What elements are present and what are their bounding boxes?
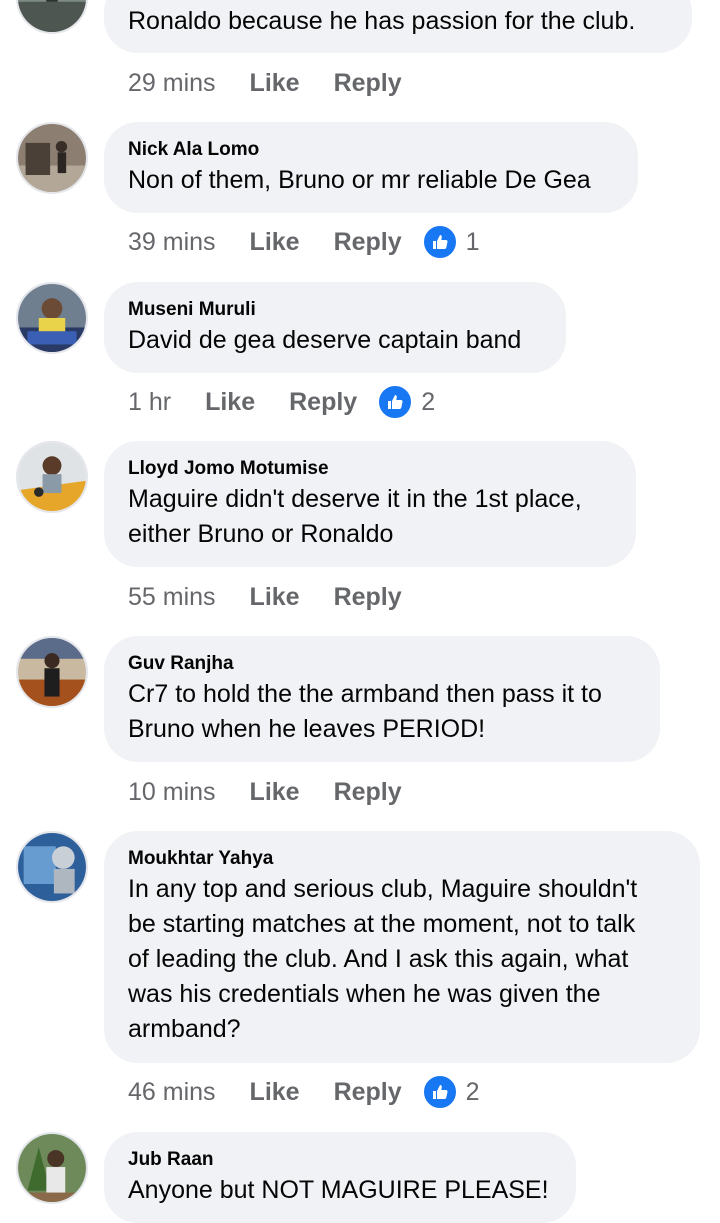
thumbs-up-icon — [421, 1074, 458, 1110]
reaction-summary[interactable]: 1 — [421, 224, 480, 260]
like-button[interactable]: Like — [250, 1078, 300, 1107]
reply-button[interactable]: Reply — [334, 778, 402, 807]
commenter-name[interactable]: Nick Ala Lomo — [128, 137, 614, 163]
reply-button[interactable]: Reply — [334, 583, 402, 612]
commenter-name[interactable]: Museni Muruli — [128, 297, 542, 323]
like-button[interactable]: Like — [250, 228, 300, 257]
thumbs-up-icon — [377, 384, 414, 420]
avatar-photo-icon — [18, 1134, 86, 1202]
comment-text: Cr7 to hold the the armband then pass it… — [128, 680, 602, 743]
comment-timestamp[interactable]: 29 mins — [128, 69, 216, 98]
commenter-name[interactable]: Moukhtar Yahya — [128, 846, 676, 872]
comment-text: Ronaldo because he has passion for the c… — [128, 7, 636, 35]
comment-timestamp[interactable]: 55 mins — [128, 583, 216, 612]
comment-timestamp[interactable]: 1 hr — [128, 388, 171, 417]
comment-text: In any top and serious club, Maguire sho… — [128, 875, 638, 1043]
like-button[interactable]: Like — [250, 778, 300, 807]
avatar[interactable] — [16, 636, 88, 708]
comment-text: David de gea deserve captain band — [128, 326, 522, 354]
avatar[interactable] — [16, 1132, 88, 1204]
commenter-name[interactable]: Guv Ranjha — [128, 651, 636, 677]
comment-bubble: Moukhtar Yahya In any top and serious cl… — [104, 831, 700, 1063]
comment-actions: 55 mins Like Reply — [128, 577, 436, 617]
like-button[interactable]: Like — [205, 388, 255, 417]
comment-actions: 39 mins Like Reply 1 — [128, 222, 480, 262]
reaction-summary[interactable]: 2 — [377, 384, 435, 420]
comment-text: Non of them, Bruno or mr reliable De Gea — [128, 166, 591, 194]
comment-bubble: Guv Ranjha Cr7 to hold the the armband t… — [104, 636, 660, 762]
comment-text: Maguire didn't deserve it in the 1st pla… — [128, 485, 582, 548]
avatar[interactable] — [16, 831, 88, 903]
avatar-photo-icon — [18, 124, 86, 192]
reply-button[interactable]: Reply — [334, 1078, 402, 1107]
comment-timestamp[interactable]: 10 mins — [128, 778, 216, 807]
avatar[interactable] — [16, 122, 88, 194]
avatar[interactable] — [16, 441, 88, 513]
comment-actions: 1 hr Like Reply 2 — [128, 382, 435, 422]
avatar[interactable] — [16, 0, 88, 34]
avatar-photo-icon — [18, 443, 86, 511]
like-button[interactable]: Like — [250, 69, 300, 98]
comment-actions: 10 mins Like Reply — [128, 772, 436, 812]
avatar[interactable] — [16, 282, 88, 354]
avatar-photo-icon — [18, 638, 86, 706]
like-button[interactable]: Like — [250, 583, 300, 612]
comment-bubble: Lloyd Jomo Motumise Maguire didn't deser… — [104, 441, 636, 567]
comment-timestamp[interactable]: 46 mins — [128, 1078, 216, 1107]
reaction-count: 2 — [465, 1077, 480, 1106]
comment-text: Anyone but NOT MAGUIRE PLEASE! — [128, 1176, 549, 1204]
comment-timestamp[interactable]: 39 mins — [128, 228, 216, 257]
comment-actions: 46 mins Like Reply 2 — [128, 1072, 480, 1112]
comment-bubble: Museni Muruli David de gea deserve capta… — [104, 282, 566, 373]
reply-button[interactable]: Reply — [334, 228, 402, 257]
comment-bubble: Nick Ala Lomo Non of them, Bruno or mr r… — [104, 122, 638, 213]
commenter-name[interactable]: Lloyd Jomo Motumise — [128, 456, 612, 482]
comment-bubble: Jub Raan Anyone but NOT MAGUIRE PLEASE! — [104, 1132, 576, 1223]
avatar-photo-icon — [18, 833, 86, 901]
reaction-count: 2 — [421, 387, 436, 416]
reaction-summary[interactable]: 2 — [421, 1074, 480, 1110]
thumbs-up-icon — [421, 224, 458, 260]
reaction-count: 1 — [465, 227, 480, 256]
comment-bubble: Ronaldo because he has passion for the c… — [104, 0, 692, 53]
reply-button[interactable]: Reply — [334, 69, 402, 98]
commenter-name[interactable]: Jub Raan — [128, 1147, 552, 1173]
avatar-photo-icon — [18, 0, 86, 32]
avatar-photo-icon — [18, 284, 86, 352]
comment-actions: 29 mins Like Reply — [128, 63, 436, 103]
reply-button[interactable]: Reply — [289, 388, 357, 417]
